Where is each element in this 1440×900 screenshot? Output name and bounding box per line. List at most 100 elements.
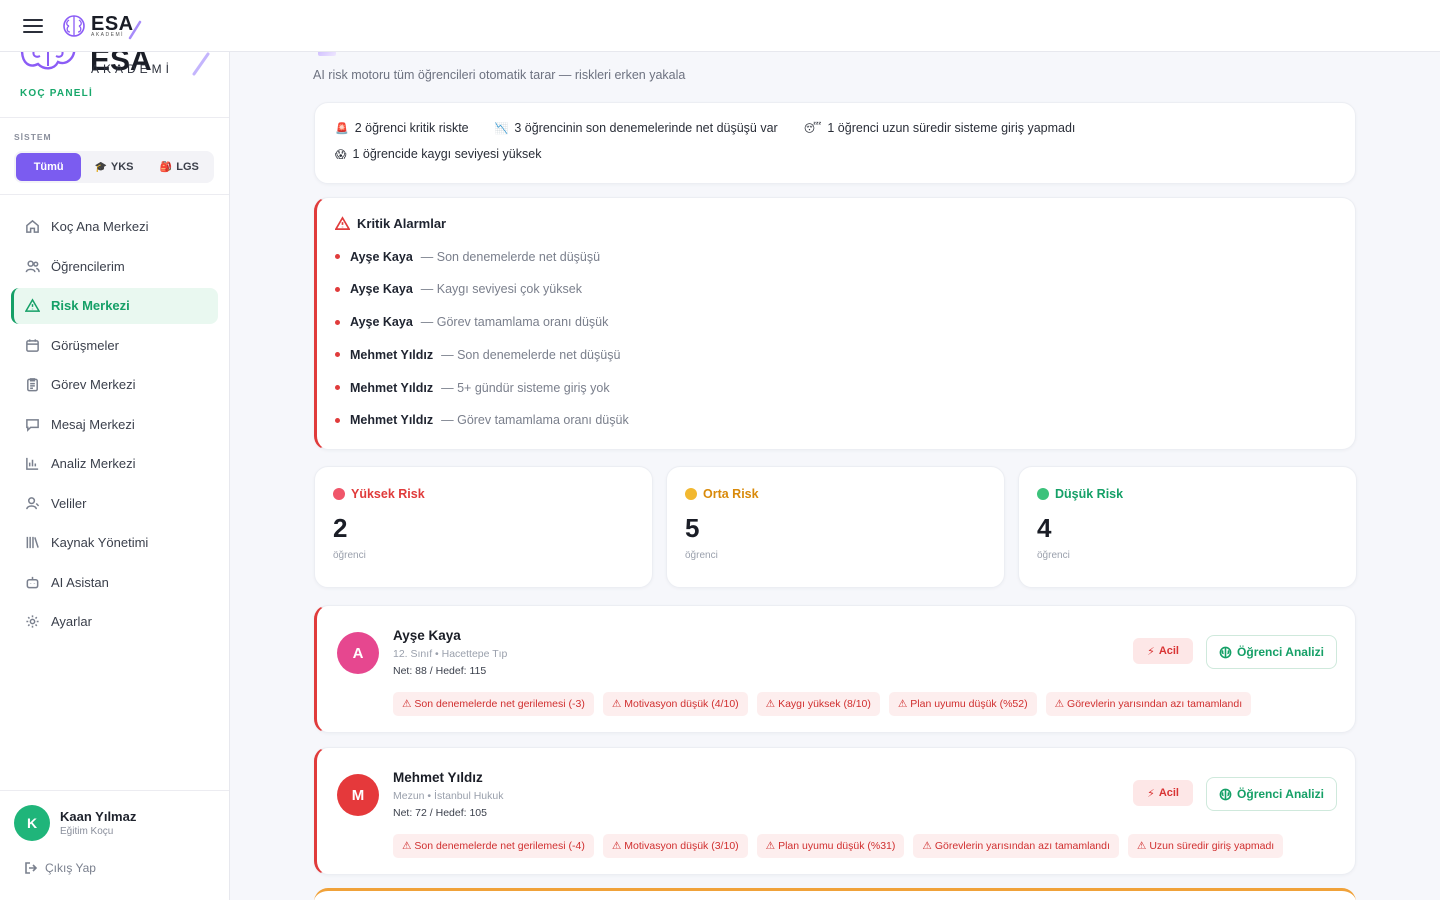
library-icon [24, 535, 40, 551]
alarm-item: Ayşe Kaya — Son denemelerde net düşüşü [335, 248, 1337, 265]
scream-face-icon: 😱 [335, 148, 347, 161]
home-icon [24, 219, 40, 235]
student-meta: Mezun • İstanbul Hukuk [393, 790, 504, 802]
sidebar-item-kaynak-yonetimi[interactable]: Kaynak Yönetimi [11, 525, 218, 561]
system-option-yks[interactable]: 🎓 YKS [81, 153, 146, 181]
sidebar-item-ai-asistan[interactable]: AI Asistan [11, 564, 218, 600]
warning-icon: ⚠ [1136, 840, 1147, 852]
student-net: Net: 88 / Hedef: 115 [393, 665, 487, 677]
alarm-item: Mehmet Yıldız — Görev tamamlama oranı düş… [335, 412, 1337, 429]
clipboard-icon [24, 377, 40, 393]
alarm-student-name: Mehmet Yıldız [350, 413, 434, 428]
sidebar-item-risk-merkezi[interactable]: Risk Merkezi [11, 287, 218, 324]
sidebar-item-label: Öğrencilerim [51, 258, 125, 274]
system-option-all[interactable]: Tümü [16, 153, 82, 181]
avatar: M [337, 774, 379, 816]
swoosh-icon [192, 52, 210, 76]
warning-icon: ⚠ [765, 840, 776, 852]
warning-icon: ⚠ [1054, 698, 1065, 710]
warning-icon: ⚠ [765, 698, 776, 710]
student-analysis-button[interactable]: Öğrenci Analizi [1206, 635, 1337, 669]
user-role: Eğitim Koçu [60, 826, 114, 837]
graduation-cap-icon: 🎓 [94, 161, 107, 173]
risk-tag: ⚠ Uzun süredir giriş yapmadı [1127, 834, 1284, 858]
logout-icon [25, 862, 38, 874]
alarm-description: — 5+ gündür sisteme giriş yok [441, 380, 610, 395]
sidebar-item-analiz-merkezi[interactable]: Analiz Merkezi [11, 446, 218, 482]
title-icon [318, 52, 336, 56]
sidebar-item-veliler[interactable]: Veliler [11, 485, 218, 521]
sidebar-item-ogrencilerim[interactable]: Öğrencilerim [11, 248, 218, 284]
risk-tag: ⚠ Son denemelerde net gerilemesi (-4) [393, 834, 594, 858]
lightning-icon: ⚡ [1147, 645, 1155, 658]
risk-tag-text: Kaygı yüksek (8/10) [778, 698, 871, 710]
risk-count: 5 [685, 513, 700, 543]
parents-icon [24, 495, 40, 511]
student-risk-card: M Mehmet Yıldız Mezun • İstanbul Hukuk N… [314, 747, 1356, 875]
alarm-item: Ayşe Kaya — Kaygı seviyesi çok yüksek [335, 281, 1337, 298]
sidebar-item-gorev-merkezi[interactable]: Görev Merkezi [11, 367, 218, 403]
brain-logo-icon [20, 52, 76, 70]
red-circle-icon [333, 488, 345, 500]
risk-label-text: Orta Risk [703, 487, 759, 501]
swoosh-icon [128, 20, 141, 39]
risk-tag: ⚠ Son denemelerde net gerilemesi (-3) [393, 692, 594, 716]
sidebar-item-label: AI Asistan [51, 574, 109, 590]
urgent-button[interactable]: ⚡ Acil [1133, 780, 1193, 806]
sidebar-item-label: Görev Merkezi [51, 377, 136, 392]
alarms-title: Kritik Alarmlar [357, 216, 447, 231]
summary-text: 1 öğrenci uzun süredir sisteme giriş yap… [827, 121, 1076, 135]
summary-item: 😴 1 öğrenci uzun süredir sisteme giriş ya… [804, 121, 1076, 135]
risk-card-high[interactable]: Yüksek Risk 2 öğrenci [314, 466, 653, 588]
sidebar-item-mesaj-merkezi[interactable]: Mesaj Merkezi [11, 406, 218, 442]
alarm-description: — Görev tamamlama oranı düşük [441, 413, 629, 428]
risk-summary-card: 🚨 2 öğrenci kritik riskte 📉 3 öğrencinin s… [314, 102, 1356, 184]
sidebar-item-koc-ana-merkezi[interactable]: Koç Ana Merkezi [11, 209, 218, 245]
sidebar-brand: ESA AKADEMİ KOÇ PANELİ [0, 52, 229, 118]
users-icon [24, 258, 40, 274]
student-name: Mehmet Yıldız [393, 770, 483, 785]
alarm-description: — Kaygı seviyesi çok yüksek [420, 282, 582, 297]
system-segmented-control: Tümü 🎓 YKS 🎒 LGS [14, 151, 214, 183]
alarm-student-name: Ayşe Kaya [350, 249, 413, 264]
student-net: Net: 72 / Hedef: 105 [393, 807, 487, 819]
coach-panel-label: KOÇ PANELİ [20, 88, 93, 99]
menu-icon[interactable] [23, 15, 43, 37]
alarm-student-name: Mehmet Yıldız [350, 380, 434, 395]
sidebar-item-gorusmeler[interactable]: Görüşmeler [11, 327, 218, 363]
warning-icon: ⚠ [922, 840, 932, 852]
urgent-button[interactable]: ⚡ Acil [1133, 638, 1193, 664]
brand-logo[interactable]: ESA AKADEMİ [61, 12, 142, 40]
risk-tag-text: Motivasyon düşük (3/10) [624, 840, 739, 852]
alarm-item: Mehmet Yıldız — Son denemelerde net düşüş… [335, 346, 1337, 363]
warning-icon: ⚠ [402, 698, 412, 710]
risk-tag: ⚠ Plan uyumu düşük (%52) [888, 692, 1037, 716]
system-option-lgs[interactable]: 🎒 LGS [147, 153, 212, 181]
top-bar: ESA AKADEMİ [0, 0, 1440, 52]
sidebar-footer: K Kaan Yılmaz Eğitim Koçu Çıkış Yap [0, 790, 229, 900]
sidebar-brand-sub: AKADEMİ [91, 62, 174, 76]
sidebar-item-ayarlar[interactable]: Ayarlar [11, 604, 218, 640]
urgent-label: Acil [1158, 787, 1179, 799]
user-profile[interactable]: K Kaan Yılmaz Eğitim Koçu [14, 805, 136, 841]
user-name: Kaan Yılmaz [60, 809, 137, 824]
risk-card-medium[interactable]: Orta Risk 5 öğrenci [666, 466, 1005, 588]
sidebar: ESA AKADEMİ KOÇ PANELİ SİSTEM Tümü 🎓 YKS … [0, 52, 230, 900]
risk-unit: öğrenci [333, 550, 366, 561]
student-analysis-button[interactable]: Öğrenci Analizi [1206, 777, 1337, 811]
risk-tag-text: Görevlerin yarısından azı tamamlandı [1067, 698, 1243, 710]
alarm-student-name: Mehmet Yıldız [350, 347, 434, 362]
alarm-item: Mehmet Yıldız — 5+ gündür sisteme giriş y… [335, 379, 1337, 396]
risk-label: Orta Risk [685, 487, 986, 501]
risk-tag-text: Son denemelerde net gerilemesi (-4) [414, 840, 585, 852]
risk-tag: ⚠ Motivasyon düşük (4/10) [602, 692, 748, 716]
risk-card-low[interactable]: Düşük Risk 4 öğrenci [1018, 466, 1357, 588]
logout-button[interactable]: Çıkış Yap [24, 861, 96, 875]
gear-icon [24, 614, 40, 630]
summary-item: 📉 3 öğrencinin son denemelerinde net düşü… [495, 121, 778, 135]
risk-tag: ⚠ Kaygı yüksek (8/10) [756, 692, 880, 716]
summary-item: 🚨 2 öğrenci kritik riskte [335, 121, 469, 135]
summary-text: 1 öğrencide kaygı seviyesi yüksek [352, 147, 542, 161]
risk-tag-text: Plan uyumu düşük (%31) [778, 840, 896, 852]
risk-tag: ⚠ Plan uyumu düşük (%31) [756, 834, 905, 858]
